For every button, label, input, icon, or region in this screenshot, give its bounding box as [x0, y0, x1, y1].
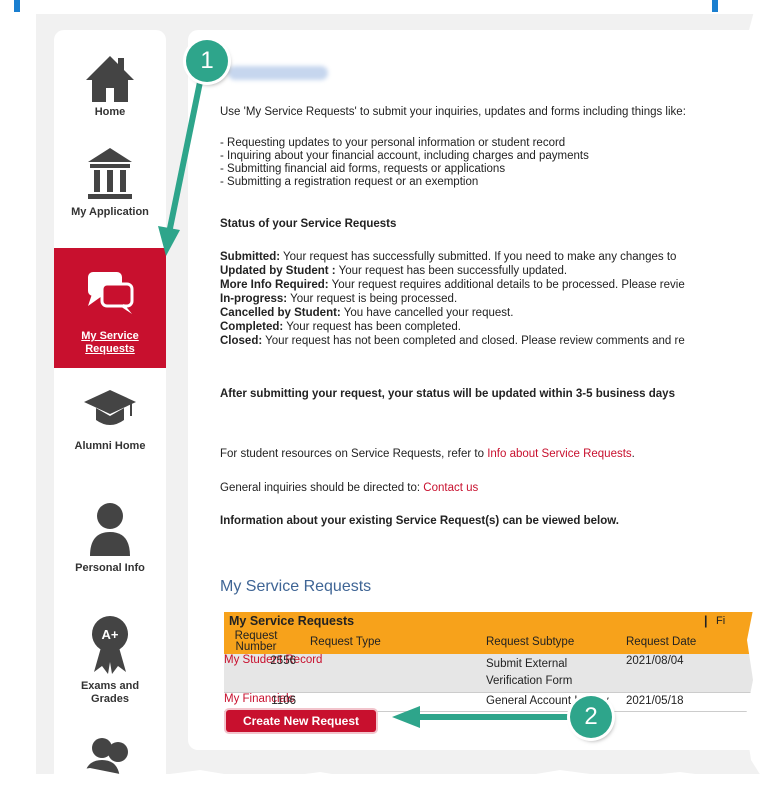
- callout-arrows: [158, 81, 576, 728]
- torn-edge-bottom: [0, 768, 773, 795]
- torn-edge-right: [743, 0, 773, 795]
- callout-badge: 1: [186, 40, 228, 82]
- callout-badge: 2: [570, 696, 612, 738]
